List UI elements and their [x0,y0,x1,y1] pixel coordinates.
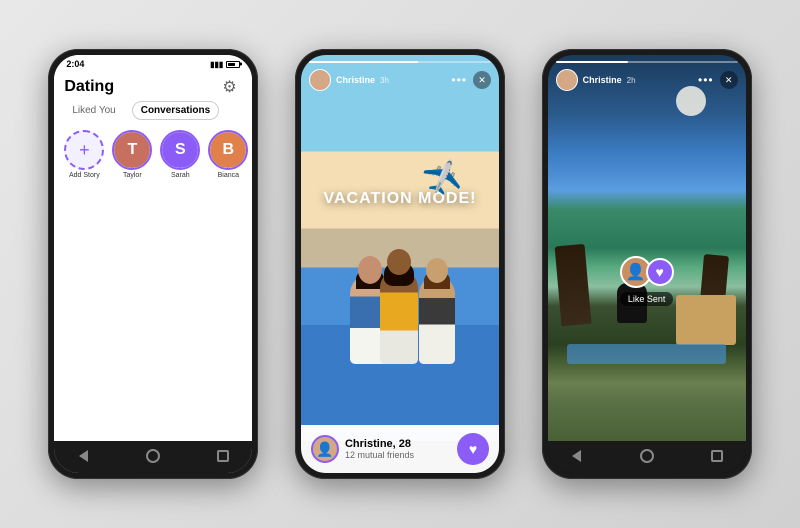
story-user-avatar-3 [556,69,578,91]
story-header-row-3: Christine 2h ••• ✕ [556,69,738,91]
story-profile-mutual: 12 mutual friends [345,450,414,460]
bottom-nav-3 [548,441,746,473]
story-sarah[interactable]: S Sarah [160,130,200,179]
add-story-label: Add Story [69,172,100,179]
story-user-info: Christine 3h [309,69,389,91]
like-sent-badge: 👤 ♥ Like Sent [620,256,674,306]
pool-area [567,344,725,364]
story-add[interactable]: + Add Story [64,130,104,179]
phone-3: Christine 2h ••• ✕ 👤 ♥ L [542,49,752,479]
tabs-row: Liked You Conversations [54,101,252,126]
stories-row: + Add Story T Taylor S Sara [54,126,252,187]
status-bar-1: 2:04 ▮▮▮ [54,55,252,71]
story-profile-avatar: 👤 [311,435,339,463]
more-options-icon[interactable]: ••• [451,73,467,87]
home-icon-3 [640,449,654,463]
like-sent-label: Like Sent [620,292,674,306]
story-user-avatar [309,69,331,91]
head-3 [426,258,448,283]
recents-icon [217,450,229,462]
home-button[interactable] [144,447,162,465]
story-taylor[interactable]: T Taylor [112,130,152,179]
story-controls-3: ••• ✕ [698,71,738,89]
avatar-taylor: T [114,132,150,168]
add-story-avatar[interactable]: + [64,130,104,170]
beach-people-group [340,254,460,364]
back-icon-3 [572,450,581,462]
close-story-button-3[interactable]: ✕ [720,71,738,89]
story-user-info-3: Christine 2h [556,69,636,91]
like-heart-button[interactable]: ♥ [457,433,489,465]
recents-button-3[interactable] [708,447,726,465]
head-1 [358,256,382,284]
close-story-button[interactable]: ✕ [473,71,491,89]
like-sent-heart-icon: ♥ [646,258,674,286]
story-username: Christine [336,75,375,85]
story-profile-text: Christine, 28 12 mutual friends [345,438,414,460]
story-time: 3h [380,76,389,85]
more-options-icon-3[interactable]: ••• [698,73,714,87]
story-header-row: Christine 3h ••• ✕ [309,69,491,91]
like-sent-avatars: 👤 ♥ [620,256,674,288]
signal-icon: ▮▮▮ [210,60,223,69]
story-avatar-bianca[interactable]: B [208,130,248,170]
time-display: 2:04 [66,59,84,69]
battery-icon [226,61,240,68]
recents-button[interactable] [214,447,232,465]
phone-1-screen: 2:04 ▮▮▮ Dating ⚙ Liked You Con [54,55,252,473]
story-progress-fill [309,61,418,63]
phone-2-screen: Christine 3h ••• ✕ VACATION MODE! ✈️ [301,55,499,473]
beach-background [301,55,499,441]
avatar-bianca: B [210,132,246,168]
story-top-bar-3: Christine 2h ••• ✕ [548,55,746,95]
story-bottom-bar: 👤 Christine, 28 12 mutual friends ♥ [301,425,499,473]
home-icon [146,449,160,463]
tab-liked-you[interactable]: Liked You [64,102,123,119]
beach-person-2 [380,269,418,364]
scene: 2:04 ▮▮▮ Dating ⚙ Liked You Con [0,0,800,528]
palm-tree-left [554,244,591,326]
story-progress-fill-3 [556,61,629,63]
story-label-bianca: Bianca [218,172,239,179]
bottom-nav-1 [54,441,252,473]
home-button-3[interactable] [638,447,656,465]
battery-fill [228,63,235,66]
app-title: Dating [64,78,114,96]
back-icon [79,450,88,462]
story-controls: ••• ✕ [451,71,491,89]
add-plus-icon: + [79,141,90,159]
dating-app-content: Dating ⚙ Liked You Conversations + Add S… [54,71,252,441]
beach-person-3 [419,276,455,364]
story-label-sarah: Sarah [171,172,190,179]
phone-3-screen: Christine 2h ••• ✕ 👤 ♥ L [548,55,746,473]
story-bianca[interactable]: B Bianca [208,130,248,179]
back-button[interactable] [74,447,92,465]
story-username-3: Christine [583,75,622,85]
status-icons: ▮▮▮ [210,60,240,69]
story-screen: Christine 3h ••• ✕ VACATION MODE! ✈️ [301,55,499,441]
story-avatar-sarah[interactable]: S [160,130,200,170]
story-progress-bar [309,61,491,63]
resort-building [676,295,736,345]
resort-background [548,55,746,441]
dating-header: Dating ⚙ [54,71,252,101]
back-button-3[interactable] [568,447,586,465]
gear-icon[interactable]: ⚙ [222,77,242,97]
phone-2: Christine 3h ••• ✕ VACATION MODE! ✈️ [295,49,505,479]
avatar-sarah: S [162,132,198,168]
story-time-3: 2h [627,76,636,85]
story-avatar-taylor[interactable]: T [112,130,152,170]
story-label-taylor: Taylor [123,172,142,179]
resort-story-screen: Christine 2h ••• ✕ 👤 ♥ L [548,55,746,441]
story-profile-name: Christine, 28 [345,438,414,450]
tab-conversations[interactable]: Conversations [132,101,219,120]
recents-icon-3 [711,450,723,462]
phone-1: 2:04 ▮▮▮ Dating ⚙ Liked You Con [48,49,258,479]
story-profile-left: 👤 Christine, 28 12 mutual friends [311,435,414,463]
story-progress-bar-3 [556,61,738,63]
story-top-bar: Christine 3h ••• ✕ [301,55,499,95]
head-2 [387,249,411,275]
